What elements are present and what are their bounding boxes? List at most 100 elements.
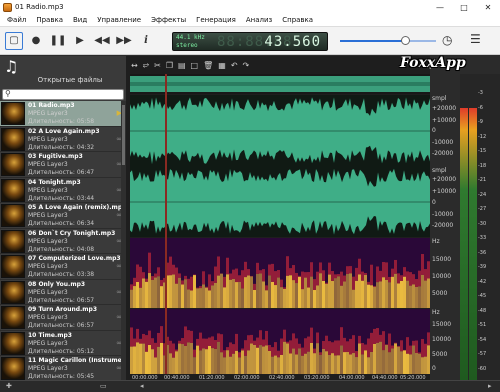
album-art-thumbnail: [1, 102, 25, 125]
album-art-thumbnail: [1, 178, 25, 202]
clock-icon[interactable]: ◷: [442, 33, 452, 47]
album-art-thumbnail: [1, 280, 25, 304]
level-tick: -12: [478, 133, 487, 140]
menu-bar: Файл Правка Вид Управление Эффекты Генер…: [0, 14, 500, 27]
level-tick: -27: [478, 206, 487, 212]
status-bar: ✚ ▭ ◂ ▸: [0, 380, 500, 392]
delete-icon[interactable]: 🗑: [203, 61, 213, 70]
menu-edit[interactable]: Правка: [31, 16, 68, 24]
info-icon[interactable]: i: [137, 32, 155, 50]
file-name: 05 A Love Again (remix).mp3: [28, 204, 126, 211]
file-name: 06 Don`t Cry Tonight.mp3: [28, 229, 116, 237]
waveform-channel-right[interactable]: [130, 167, 430, 237]
file-list-item[interactable]: 10 Time.mp3 MPEG Layer3 Длительность: 05:1…: [0, 331, 126, 356]
scrollbar-thumb[interactable]: [122, 105, 125, 165]
select-tool-icon[interactable]: ⥂: [143, 60, 149, 70]
menu-effects[interactable]: Эффекты: [146, 16, 191, 24]
music-note-icon: ♫: [4, 57, 19, 76]
spectrogram-right[interactable]: [130, 309, 430, 374]
menu-control[interactable]: Управление: [92, 16, 146, 24]
pause-icon[interactable]: ❚❚: [49, 32, 67, 50]
level-meter: -3 -6 -9 -12 -15 -18 -21 -24 -27 -30 -33 -36 -39 -42 -…: [460, 74, 500, 380]
level-tick: -36: [478, 249, 487, 256]
panel-title: Открытые файлы: [37, 76, 103, 84]
scroll-left-icon[interactable]: ◂: [140, 382, 144, 390]
menu-analysis[interactable]: Анализ: [241, 16, 277, 24]
stop-icon[interactable]: ▢: [5, 31, 23, 50]
file-duration: Длительность: 05:58: [28, 118, 95, 125]
editor-tools: ↔ ⥂ ✂ ❐ ▤ □ 🗑 ▦ ↶ ↷ ⚲: [126, 58, 433, 72]
undo-icon[interactable]: ↶: [231, 61, 238, 70]
scroll-right-icon[interactable]: ▸: [488, 382, 492, 390]
file-list-item[interactable]: 08 Only You.mp3 MPEG Layer3 Длительность: …: [0, 280, 126, 305]
fast-forward-icon[interactable]: ▶▶: [115, 32, 133, 50]
paste-icon[interactable]: ▤: [178, 61, 186, 70]
frequency-scale-left: Hz 15000 10000 5000: [432, 238, 452, 297]
hamburger-menu-icon[interactable]: ☰: [470, 32, 481, 46]
file-format: MPEG Layer3: [28, 212, 68, 219]
overview-strip[interactable]: [130, 74, 430, 94]
overview-waveform: [130, 76, 430, 92]
level-tick: -54: [478, 336, 487, 343]
file-search-input[interactable]: ⚲: [2, 89, 124, 100]
level-tick: -21: [478, 177, 487, 183]
menu-file[interactable]: Файл: [2, 16, 31, 24]
level-tick: -48: [478, 307, 487, 314]
crop-icon[interactable]: □: [191, 61, 199, 70]
left-spectrogram: [130, 252, 430, 308]
file-list-item[interactable]: 01 Radio.mp3 MPEG Layer3 Длительность: 05:…: [0, 101, 126, 127]
minimize-icon[interactable]: —: [428, 0, 452, 14]
level-meter-right: [469, 108, 477, 380]
record-icon[interactable]: ●: [27, 32, 45, 50]
file-name: 07 Computerized Love.mp3: [28, 255, 121, 262]
file-name: 02 A Love Again.mp3: [28, 127, 100, 135]
file-duration: Длительность: 04:32: [28, 143, 95, 151]
file-name: 09 Turn Around.mp3: [28, 306, 98, 313]
close-icon[interactable]: ✕: [476, 0, 500, 14]
file-duration: Длительность: 04:08: [28, 245, 95, 253]
maximize-icon[interactable]: □: [452, 0, 476, 14]
sample-rate: 44.1 kHz stereo: [176, 34, 205, 49]
file-list-item[interactable]: 03 Fugitive.mp3 MPEG Layer3 Длительность: …: [0, 152, 126, 178]
level-tick: -15: [478, 148, 487, 154]
waveform-channel-left[interactable]: [130, 95, 430, 167]
volume-slider[interactable]: [340, 36, 436, 45]
level-tick: -18: [478, 162, 487, 169]
menu-view[interactable]: Вид: [68, 16, 92, 24]
rewind-icon[interactable]: ◀◀: [93, 32, 111, 50]
watermark-logo: FoxxApp: [400, 55, 466, 71]
left-waveform: [130, 97, 430, 165]
file-list-item[interactable]: 06 Don`t Cry Tonight.mp3 MPEG Layer3 Длите…: [0, 229, 126, 254]
album-art-thumbnail: [1, 255, 25, 278]
file-list-item[interactable]: 02 A Love Again.mp3 MPEG Layer3 Длительнос…: [0, 127, 126, 152]
spectrogram-left[interactable]: [130, 238, 430, 308]
file-list-item[interactable]: 09 Turn Around.mp3 MPEG Layer3 Длительност…: [0, 305, 126, 331]
redo-icon[interactable]: ↷: [243, 61, 250, 70]
level-tick: -9: [478, 119, 483, 125]
right-spectrogram: [130, 326, 430, 374]
play-icon[interactable]: ▶: [71, 32, 89, 50]
amplitude-scale-right: smpl +20000 +10000 0 -10000 -20000: [432, 167, 457, 229]
copy-icon[interactable]: ❐: [166, 61, 173, 70]
file-list-item[interactable]: 05 A Love Again (remix).mp3 MPEG Layer3 Дл…: [0, 203, 126, 229]
add-file-icon[interactable]: ✚: [6, 382, 12, 390]
search-icon: ⚲: [5, 89, 11, 98]
right-waveform: [130, 168, 430, 235]
file-format: MPEG Layer3: [28, 161, 68, 168]
cut-icon[interactable]: ✂: [154, 61, 161, 70]
current-time: 43.560: [264, 34, 321, 50]
file-list-item[interactable]: 07 Computerized Love.mp3 MPEG Layer3 Длите…: [0, 254, 126, 280]
file-format: MPEG Layer3: [28, 110, 68, 117]
trim-icon[interactable]: ▦: [218, 61, 226, 70]
file-format: MPEG Layer3: [28, 263, 68, 270]
album-art-thumbnail: [1, 306, 25, 329]
file-duration: Длительность: 05:45: [28, 373, 95, 380]
cursor-tool-icon[interactable]: ↔: [131, 61, 138, 70]
file-format: MPEG Layer3: [28, 135, 68, 143]
file-list-item[interactable]: 04 Tonight.mp3 MPEG Layer3 Длительность: 0…: [0, 178, 126, 203]
playhead-cursor[interactable]: [165, 74, 167, 374]
menu-generate[interactable]: Генерация: [191, 16, 241, 24]
file-list-item[interactable]: 11 Magic Carillon (Instrumental).mp3MPEG…: [0, 356, 126, 380]
screen-icon[interactable]: ▭: [100, 382, 107, 390]
menu-help[interactable]: Справка: [277, 16, 318, 24]
